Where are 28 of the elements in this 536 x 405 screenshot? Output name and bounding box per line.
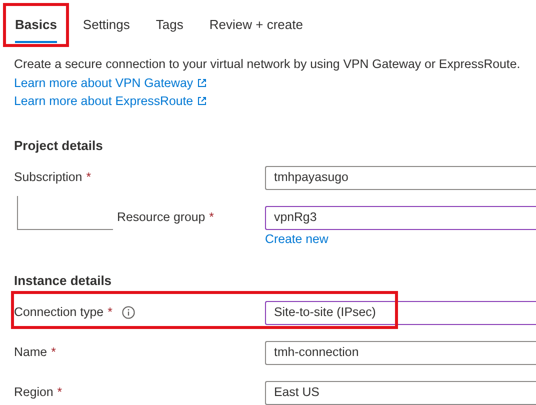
description-text: Create a secure connection to your virtual network by using VPN Gateway or ExpressRoute. bbox=[14, 56, 522, 73]
required-mark: * bbox=[108, 304, 112, 322]
field-label: Region bbox=[14, 384, 54, 402]
tab[interactable]: Settings bbox=[70, 3, 142, 47]
field-label: Connection type bbox=[14, 304, 104, 322]
section-heading: Project details bbox=[14, 136, 104, 155]
tab[interactable]: Tags bbox=[144, 3, 196, 47]
input-field[interactable]: East US bbox=[265, 380, 536, 405]
info-icon[interactable] bbox=[122, 306, 136, 320]
external-link-icon bbox=[197, 96, 208, 106]
input-field[interactable]: vpnRg3 bbox=[265, 206, 536, 230]
required-mark: * bbox=[86, 169, 92, 186]
tab[interactable]: Basics bbox=[3, 3, 69, 47]
tab[interactable]: Review + create bbox=[197, 3, 315, 47]
section-heading: Instance details bbox=[14, 272, 113, 290]
required-mark: * bbox=[209, 209, 214, 226]
create-new-link[interactable]: Create new bbox=[265, 230, 328, 248]
required-mark: * bbox=[57, 384, 62, 402]
learn-more-link[interactable]: Learn more about VPN Gateway bbox=[14, 74, 208, 92]
field-label: Resource group bbox=[117, 209, 206, 226]
input-field[interactable]: Site-to-site (IPsec) bbox=[265, 300, 536, 325]
required-mark: * bbox=[51, 344, 56, 362]
input-field[interactable]: tmh-connection bbox=[265, 340, 536, 365]
field-label: Name bbox=[14, 344, 48, 362]
field-label: Subscription bbox=[14, 169, 82, 186]
external-link-icon bbox=[197, 78, 208, 88]
learn-more-link[interactable]: Learn more about ExpressRoute bbox=[14, 92, 208, 110]
input-field[interactable]: tmhpayasugo bbox=[265, 166, 536, 190]
